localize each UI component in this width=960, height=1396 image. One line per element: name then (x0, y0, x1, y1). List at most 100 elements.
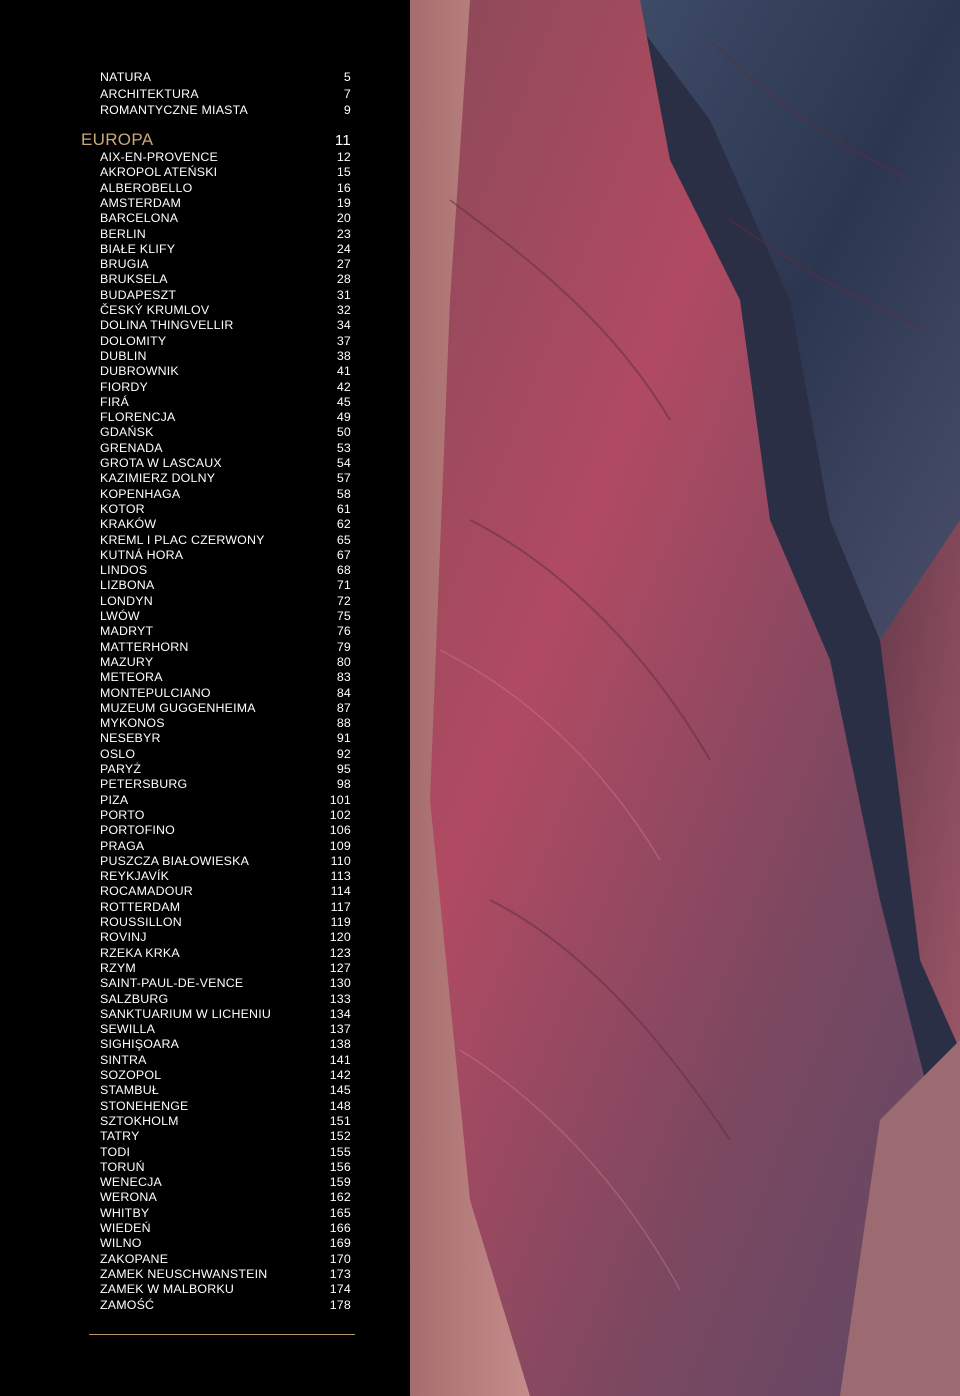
toc-entry-title: MAZURY (100, 654, 154, 669)
toc-entry: GDAŃSK 50 (100, 425, 351, 440)
toc-entry: KAZIMIERZ DOLNY 57 (100, 471, 351, 486)
toc-entry: MONTEPULCIANO 84 (100, 686, 351, 701)
toc-entry-title: TATRY (100, 1129, 140, 1144)
section-heading-page-number: 11 (334, 132, 351, 149)
toc-entry-title: PUSZCZA BIAŁOWIESKA (100, 853, 250, 868)
toc-entry-title: SEWILLA (100, 1022, 156, 1037)
toc-entry: KREML I PLAC CZERWONY 65 (100, 533, 351, 548)
toc-entry-page-number: 72 (336, 593, 351, 608)
toc-entry: WIEDEŃ 166 (100, 1221, 351, 1236)
toc-entry-page-number: 15 (336, 165, 351, 180)
toc-entry-page-number: 68 (336, 563, 351, 578)
toc-entry-title: ROTTERDAM (100, 899, 181, 914)
toc-entry-page-number: 87 (336, 700, 351, 715)
toc-entry-page-number: 12 (336, 150, 351, 164)
toc-entry: PORTOFINO 106 (100, 823, 351, 838)
toc-entry: GROTA W LASCAUX 54 (100, 456, 351, 471)
toc-entry-page-number: 145 (329, 1083, 351, 1098)
toc-entry: PETERSBURG 98 (100, 777, 351, 792)
toc-entry-page-number: 173 (329, 1266, 351, 1281)
toc-entry-title: PIZA (100, 792, 129, 807)
toc-entry: LIZBONA 71 (100, 578, 351, 593)
toc-entry-title: FLORENCJA (100, 410, 176, 425)
table-of-contents: NATURA 5 ARCHITEKTURA 7 ROMANTYCZNE MIASTA 9 E… (0, 0, 410, 1396)
toc-entry: SEWILLA 137 (100, 1022, 351, 1037)
toc-entry-page-number: 76 (336, 624, 351, 639)
toc-entry-title: KAZIMIERZ DOLNY (100, 471, 216, 486)
toc-entry: ZAKOPANE 170 (100, 1252, 351, 1267)
toc-entry: WERONA 162 (100, 1190, 351, 1205)
toc-entry: WENECJA 159 (100, 1175, 351, 1190)
toc-entry-title: MUZEUM GUGGENHEIMA (100, 700, 256, 715)
toc-entry-title: KUTNÁ HORA (100, 547, 184, 562)
toc-entry-title: ROCAMADOUR (100, 884, 193, 899)
toc-entry: ROTTERDAM 117 (100, 900, 351, 915)
toc-entry-title: BRUGIA (100, 257, 149, 272)
toc-entry-title: WHITBY (100, 1205, 150, 1220)
toc-entry-page-number: 102 (329, 807, 351, 822)
toc-entry-title: SALZBURG (100, 991, 169, 1006)
toc-entry: AKROPOL ATEŃSKI 15 (100, 165, 351, 180)
toc-entry-page-number: 134 (329, 1006, 351, 1021)
toc-entry-page-number: 57 (336, 471, 351, 486)
toc-entry-page-number: 101 (329, 792, 351, 807)
toc-intro-entry: ARCHITEKTURA 7 (100, 87, 351, 102)
toc-entry: FIRÁ 45 (100, 395, 351, 410)
toc-intro-entry-title: ARCHITEKTURA (100, 86, 199, 101)
toc-entry: MADRYT 76 (100, 624, 351, 639)
section-heading-title: EUROPA (81, 130, 154, 149)
toc-entry: PIZA 101 (100, 793, 351, 808)
toc-entry-page-number: 106 (329, 823, 351, 838)
toc-entry: ROUSSILLON 119 (100, 915, 351, 930)
toc-entry: MYKONOS 88 (100, 716, 351, 731)
toc-entry-page-number: 142 (329, 1068, 351, 1082)
toc-entry-page-number: 28 (336, 272, 351, 287)
toc-entry-page-number: 169 (329, 1236, 351, 1251)
toc-entry-page-number: 31 (336, 287, 351, 302)
toc-entry-title: NESEBYR (100, 731, 161, 746)
toc-entry-page-number: 23 (336, 226, 351, 241)
toc-entry-page-number: 67 (336, 547, 351, 562)
toc-entry-page-number: 58 (336, 486, 351, 501)
toc-entry: ČESKÝ KRUMLOV 32 (100, 303, 351, 318)
toc-entry-title: PARYŻ (100, 762, 142, 776)
toc-entry: STONEHENGE 148 (100, 1099, 351, 1114)
toc-entry: KOPENHAGA 58 (100, 487, 351, 502)
toc-entry: WILNO 169 (100, 1236, 351, 1251)
toc-entry-title: PRAGA (100, 838, 145, 853)
toc-intro-entry: NATURA 5 (100, 70, 351, 85)
toc-intro-entry-title: NATURA (100, 70, 152, 84)
toc-entry-title: FIRÁ (100, 394, 130, 409)
toc-entry: REYKJAVÍK 113 (100, 869, 351, 884)
toc-entry: SAINT-PAUL-DE-VENCE 130 (100, 976, 351, 991)
toc-entry-title: ALBEROBELLO (100, 180, 193, 195)
toc-entry-page-number: 127 (329, 960, 351, 975)
toc-entry-title: RZEKA KRKA (100, 945, 180, 960)
toc-entry-page-number: 49 (336, 410, 351, 425)
toc-entry-title: MYKONOS (100, 716, 165, 731)
toc-entry-page-number: 178 (329, 1297, 351, 1312)
toc-entry: BUDAPESZT 31 (100, 288, 351, 303)
toc-entry-page-number: 84 (336, 685, 351, 700)
toc-entry: RZEKA KRKA 123 (100, 946, 351, 961)
toc-entry-title: DOLINA THINGVELLIR (100, 318, 234, 333)
toc-entry-title: ZAMEK NEUSCHWANSTEIN (100, 1266, 268, 1281)
toc-entry-page-number: 166 (329, 1221, 351, 1235)
toc-entry: BARCELONA 20 (100, 211, 351, 226)
toc-entry-title: AMSTERDAM (100, 195, 181, 210)
toc-intro-entry-page-number: 5 (343, 70, 351, 84)
toc-entry: SOZOPOL 142 (100, 1068, 351, 1083)
toc-entry: FIORDY 42 (100, 380, 351, 395)
toc-entry: MATTERHORN 79 (100, 640, 351, 655)
toc-entry: ROCAMADOUR 114 (100, 884, 351, 899)
toc-entry: PUSZCZA BIAŁOWIESKA 110 (100, 854, 351, 869)
toc-entry: LWÓW 75 (100, 609, 351, 624)
toc-entry: GRENADA 53 (100, 441, 351, 456)
toc-entry-title: KOTOR (100, 501, 145, 516)
toc-entry-page-number: 141 (329, 1052, 351, 1067)
toc-entry: DUBROWNIK 41 (100, 364, 351, 379)
toc-entry-page-number: 19 (336, 195, 351, 210)
toc-entry-title: BERLIN (100, 226, 146, 241)
toc-entry-title: AIX-EN-PROVENCE (100, 150, 218, 164)
toc-entry-title: ZAMOŚĆ (100, 1297, 155, 1312)
